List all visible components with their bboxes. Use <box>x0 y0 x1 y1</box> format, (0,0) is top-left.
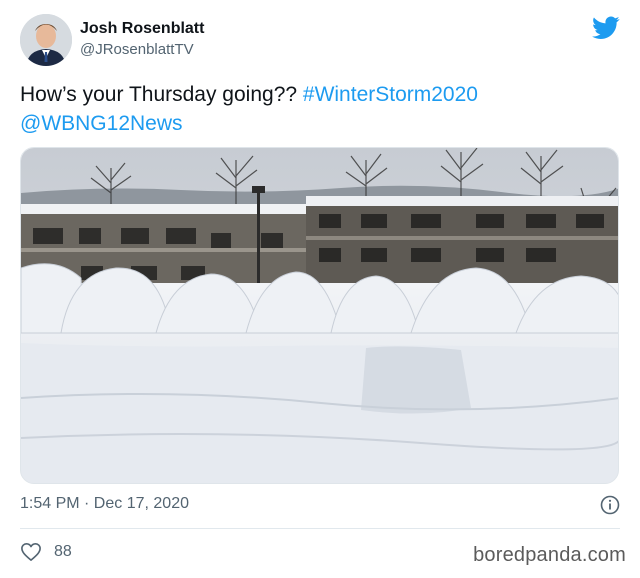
user-handle[interactable]: @JRosenblattTV <box>80 41 194 58</box>
tweet-media-photo[interactable] <box>20 147 619 484</box>
tweet-text: How’s your Thursday going?? #WinterStorm… <box>20 80 620 138</box>
divider <box>20 528 620 529</box>
avatar[interactable] <box>20 14 72 66</box>
tweet-timestamp[interactable]: 1:54 PM · Dec 17, 2020 <box>20 495 189 513</box>
info-icon[interactable] <box>600 495 620 515</box>
mention-link[interactable]: @WBNG12News <box>20 112 183 135</box>
snow-drifts-photo <box>21 148 618 483</box>
heart-icon[interactable] <box>20 542 42 562</box>
twitter-bird-icon[interactable] <box>592 16 620 40</box>
avatar-photo <box>20 14 72 66</box>
like-count: 88 <box>54 543 72 560</box>
tweet-card: Josh Rosenblatt @JRosenblattTV How’s you… <box>0 0 640 578</box>
hashtag-link[interactable]: #WinterStorm2020 <box>303 83 478 106</box>
display-name[interactable]: Josh Rosenblatt <box>80 20 204 38</box>
watermark-logo: boredpanda.com <box>473 544 626 566</box>
tweet-body: How’s your Thursday going?? <box>20 83 303 106</box>
